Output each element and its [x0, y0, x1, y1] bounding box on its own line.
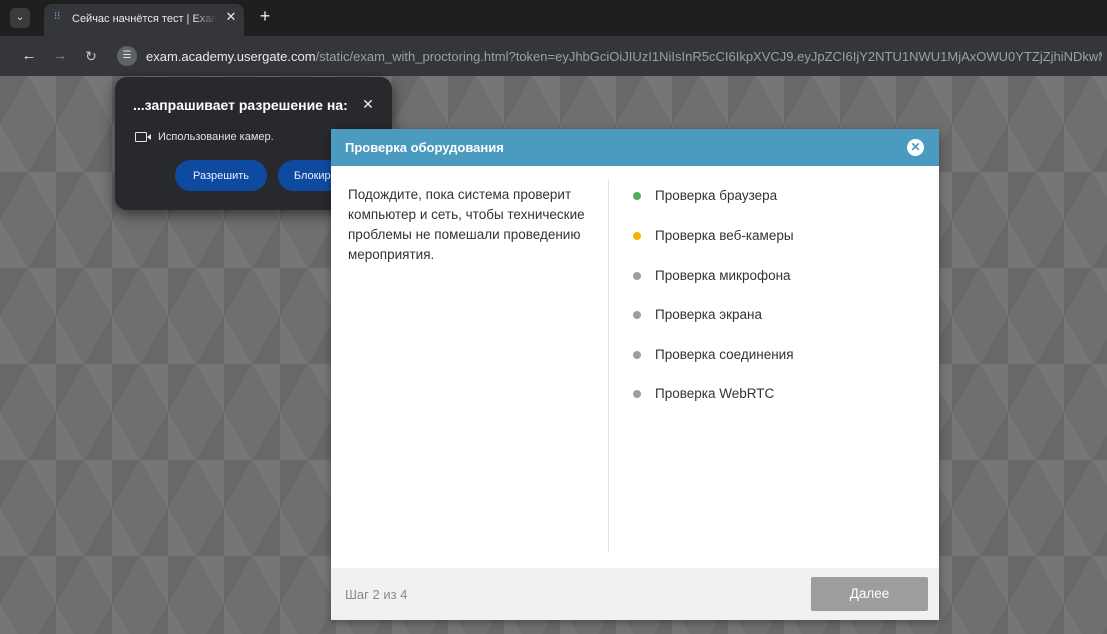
check-label: Проверка веб-камеры	[655, 228, 794, 243]
check-label: Проверка браузера	[655, 188, 778, 203]
check-label: Проверка микрофона	[655, 268, 791, 283]
close-circle-icon[interactable]: ✕	[907, 139, 924, 156]
check-item-microphone: Проверка микрофона	[633, 266, 923, 286]
status-dot-icon	[633, 232, 641, 240]
modal-header: Проверка оборудования ✕	[331, 129, 939, 166]
next-button[interactable]: Далее	[811, 577, 928, 611]
status-dot-icon	[633, 351, 641, 359]
check-label: Проверка соединения	[655, 347, 794, 362]
url-host: exam.academy.usergate.com	[146, 49, 316, 64]
tab-search-dropdown-icon[interactable]: ⌄	[10, 8, 30, 28]
close-icon[interactable]: ✕	[359, 95, 377, 113]
tab-title: Сейчас начнётся тест | Exam UserGate	[72, 13, 217, 25]
check-item-connection: Проверка соединения	[633, 345, 923, 365]
modal-title: Проверка оборудования	[345, 140, 504, 155]
back-arrow-icon[interactable]: ←	[20, 47, 38, 65]
status-dot-icon	[633, 311, 641, 319]
status-dot-icon	[633, 272, 641, 280]
check-item-browser: Проверка браузера	[633, 186, 923, 206]
permission-item: Использование камер.	[158, 131, 274, 143]
status-dot-icon	[633, 390, 641, 398]
modal-description: Подождите, пока система проверит компьют…	[348, 187, 585, 262]
divider	[608, 179, 609, 552]
step-indicator: Шаг 2 из 4	[345, 587, 408, 602]
browser-toolbar: ← → ↻ ☰ exam.academy.usergate.com/static…	[0, 36, 1107, 76]
check-label: Проверка экрана	[655, 307, 762, 322]
tab-close-icon[interactable]: ✕	[224, 10, 238, 24]
url-path: /static/exam_with_proctoring.html?token=…	[315, 49, 1102, 64]
camera-icon	[135, 132, 151, 142]
equipment-check-modal: Проверка оборудования ✕ Подождите, пока …	[331, 129, 939, 620]
address-bar[interactable]: exam.academy.usergate.com/static/exam_wi…	[146, 49, 1102, 64]
check-label: Проверка WebRTC	[655, 386, 775, 401]
check-item-screen: Проверка экрана	[633, 305, 923, 325]
reload-icon[interactable]: ↻	[82, 47, 100, 65]
allow-button[interactable]: Разрешить	[175, 160, 267, 191]
permission-title: ...запрашивает разрешение на:	[133, 97, 348, 113]
new-tab-button[interactable]: +	[256, 7, 274, 25]
check-item-webcam: Проверка веб-камеры	[633, 226, 923, 246]
status-dot-icon	[633, 192, 641, 200]
modal-footer: Шаг 2 из 4 Далее	[331, 568, 939, 620]
forward-arrow-icon[interactable]: →	[51, 47, 69, 65]
browser-tabstrip: ⌄ ⁝⁝ Сейчас начнётся тест | Exam UserGat…	[0, 0, 1107, 36]
check-item-webrtc: Проверка WebRTC	[633, 384, 923, 404]
browser-tab[interactable]: ⁝⁝ Сейчас начнётся тест | Exam UserGate …	[44, 4, 244, 36]
site-info-icon[interactable]: ☰	[117, 46, 137, 66]
audio-wave-icon: ⁝⁝	[54, 11, 61, 22]
